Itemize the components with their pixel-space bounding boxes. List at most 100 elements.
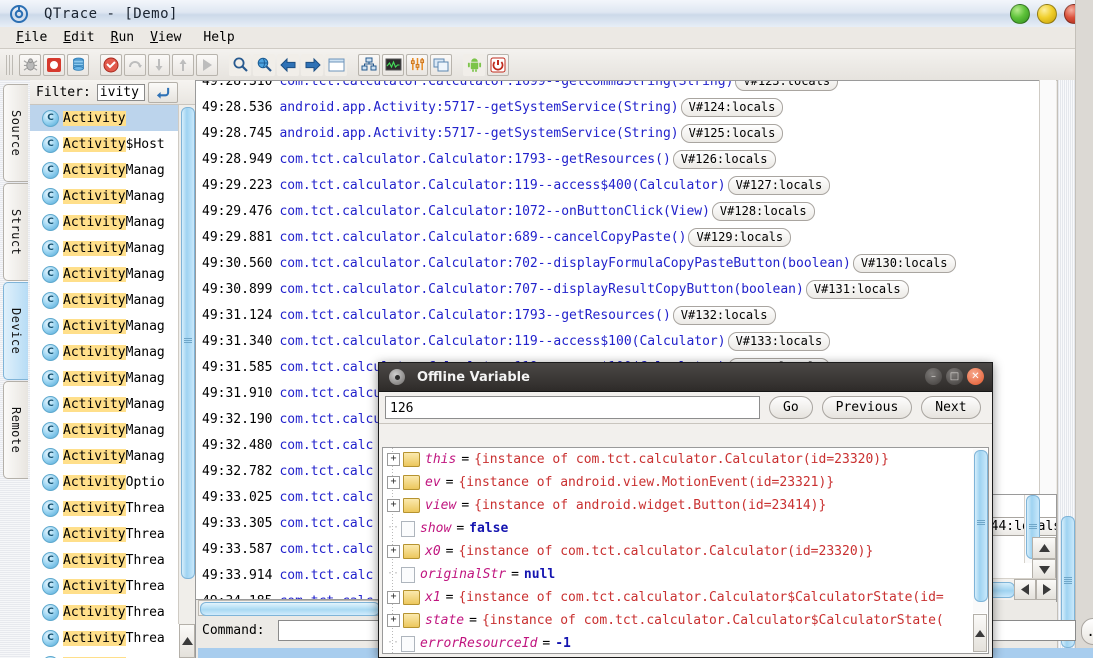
step-into-icon[interactable] <box>148 53 170 76</box>
class-list-item[interactable]: C ActivityManag <box>30 287 179 313</box>
class-list-item[interactable]: CActivityThrea <box>30 625 179 651</box>
locals-pill-button[interactable]: V#130:locals <box>852 253 956 273</box>
monitor-icon[interactable] <box>382 53 404 76</box>
variable-row[interactable]: ·· originalStr = null <box>383 563 988 586</box>
class-list-item[interactable]: C ActivityManag <box>30 209 179 235</box>
locals-pill-button[interactable]: V#132:locals <box>672 305 776 325</box>
sidebar-tab-struct[interactable]: Struct <box>3 183 28 281</box>
sidebar-tab-remote[interactable]: Remote <box>3 381 28 479</box>
sidebar-tab-device[interactable]: Device <box>3 282 28 380</box>
trace-log-row[interactable]: 49:30.560 com.tct.calculator.Calculator:7… <box>196 250 1054 276</box>
expand-toggle-icon[interactable]: + <box>387 499 400 512</box>
variable-tree[interactable]: + this = {instance of com.tct.calculator.Ca… <box>382 447 989 654</box>
class-list-item[interactable]: C ActivityManag <box>30 183 179 209</box>
locals-scroll-left-button[interactable] <box>1014 579 1036 600</box>
hierarchy-icon[interactable] <box>358 53 380 76</box>
trace-log-row[interactable]: 49:29.881 com.tct.calculator.Calculator:6… <box>196 224 1054 250</box>
step-out-icon[interactable] <box>172 53 194 76</box>
variable-tree-scroll-thumb[interactable] <box>974 450 988 602</box>
search-icon[interactable] <box>229 53 251 76</box>
class-list-scroll-thumb[interactable] <box>181 107 195 579</box>
locals-scroll-right-button[interactable] <box>1036 579 1056 600</box>
class-list[interactable]: C Activity C Activity$Host C ActivityManag C Ac… <box>30 105 179 658</box>
left-hscroll-thumb[interactable] <box>200 602 380 616</box>
expand-toggle-icon[interactable]: + <box>387 591 400 604</box>
debug-bug-icon[interactable] <box>19 53 41 76</box>
class-list-item[interactable]: CActivityThrea <box>30 651 179 658</box>
threads-icon[interactable] <box>406 53 428 76</box>
locals-pill-button[interactable]: V#126:locals <box>672 149 776 169</box>
trace-log-row[interactable]: 49:28.745 android.app.Activity:5717--getS… <box>196 120 1054 146</box>
trace-log-row[interactable]: 49:30.899 com.tct.calculator.Calculator:7… <box>196 276 1054 302</box>
class-list-scrollbar[interactable] <box>178 105 195 624</box>
back-arrow-icon[interactable] <box>277 53 299 76</box>
class-list-item[interactable]: C Activity$Host <box>30 131 179 157</box>
minimize-button[interactable] <box>1010 4 1030 24</box>
variable-search-input[interactable]: 126 <box>385 396 760 419</box>
stop-record-icon[interactable] <box>43 53 65 76</box>
screens-icon[interactable] <box>430 53 452 76</box>
trace-log-row[interactable]: 49:29.223 com.tct.calculator.Calculator:1… <box>196 172 1054 198</box>
menu-edit[interactable]: Edit <box>55 29 102 46</box>
class-list-item[interactable]: CActivityThrea <box>30 495 179 521</box>
variable-row[interactable]: + view = {instance of android.widget.Button… <box>383 494 988 517</box>
class-list-item[interactable]: C ActivityManag <box>30 339 179 365</box>
resume-play-icon[interactable] <box>196 53 218 76</box>
class-list-item[interactable]: C ActivityManag <box>30 365 179 391</box>
locals-pill-button[interactable]: V#128:locals <box>711 201 815 221</box>
toolbar-grip[interactable] <box>6 54 14 75</box>
locals-pill-button[interactable]: V#131:locals <box>805 279 909 299</box>
forward-arrow-icon[interactable] <box>301 53 323 76</box>
dialog-close-button[interactable]: ✕ <box>967 368 984 385</box>
trace-log-row[interactable]: 49:31.124 com.tct.calculator.Calculator:1… <box>196 302 1054 328</box>
trace-log-row[interactable]: 49:28.949 com.tct.calculator.Calculator:1… <box>196 146 1054 172</box>
search-globe-icon[interactable] <box>253 53 275 76</box>
maximize-button[interactable] <box>1037 4 1057 24</box>
trace-log-row[interactable]: 49:31.340 com.tct.calculator.Calculator:1… <box>196 328 1054 354</box>
dialog-maximize-button[interactable]: □ <box>946 368 963 385</box>
class-list-item[interactable]: C ActivityManag <box>30 391 179 417</box>
sidebar-tab-source[interactable]: Source <box>3 84 28 182</box>
menu-run[interactable]: Run <box>103 29 142 46</box>
filter-input[interactable]: ivity <box>96 83 145 101</box>
power-icon[interactable] <box>487 53 509 76</box>
class-list-item[interactable]: CActivityThrea <box>30 573 179 599</box>
class-list-scroll-up-button[interactable] <box>179 624 195 658</box>
expand-toggle-icon[interactable]: + <box>387 476 400 489</box>
variable-tree-scrollbar[interactable] <box>973 449 988 613</box>
class-list-item[interactable]: C ActivityManag <box>30 313 179 339</box>
class-list-item[interactable]: C ActivityManag <box>30 261 179 287</box>
step-over-icon[interactable] <box>124 53 146 76</box>
menu-file[interactable]: FFileile <box>8 29 55 46</box>
window-vertical-scrollbar[interactable] <box>1057 80 1076 658</box>
variable-row[interactable]: ·· errorResourceId = -1 <box>383 632 988 653</box>
class-list-item[interactable]: C ActivityManag <box>30 443 179 469</box>
suspend-icon[interactable] <box>100 53 122 76</box>
previous-button[interactable]: Previous <box>821 396 913 419</box>
trace-log-row[interactable]: 49:28.536 android.app.Activity:5717--getS… <box>196 94 1054 120</box>
locals-pill-button[interactable]: V#124:locals <box>680 97 784 117</box>
locals-pill-button[interactable]: V#133:locals <box>727 331 831 351</box>
class-list-item[interactable]: CActivityThrea <box>30 547 179 573</box>
expand-toggle-icon[interactable]: + <box>387 614 400 627</box>
command-input[interactable] <box>278 620 386 641</box>
refresh-arrow-icon[interactable] <box>147 81 178 103</box>
go-button[interactable]: Go <box>769 396 813 419</box>
menu-help[interactable]: Help <box>195 29 242 46</box>
bottom-tab-strip[interactable] <box>198 648 382 658</box>
class-list-item[interactable]: CActivityThrea <box>30 521 179 547</box>
variable-row[interactable]: + state = {instance of com.tct.calculator.C… <box>383 609 988 632</box>
expand-toggle-icon[interactable]: + <box>387 453 400 466</box>
variable-row[interactable]: + x0 = {instance of com.tct.calculator.Calc… <box>383 540 988 563</box>
locals-scroll-up-button[interactable] <box>1032 537 1056 559</box>
class-list-item[interactable]: C ActivityManag <box>30 235 179 261</box>
menu-view[interactable]: View <box>142 29 189 46</box>
locals-pill-button[interactable]: V#125:locals <box>680 123 784 143</box>
class-list-item[interactable]: C ActivityOptio <box>30 469 179 495</box>
variable-row[interactable]: + x1 = {instance of com.tct.calculator.Calc… <box>383 586 988 609</box>
database-icon[interactable] <box>67 53 89 76</box>
left-hscrollbar[interactable] <box>198 600 382 616</box>
locals-pill-button[interactable]: V#123:locals <box>735 81 839 91</box>
variable-row[interactable]: + this = {instance of com.tct.calculator.Ca… <box>383 448 988 471</box>
class-list-item[interactable]: C ActivityManag <box>30 417 179 443</box>
